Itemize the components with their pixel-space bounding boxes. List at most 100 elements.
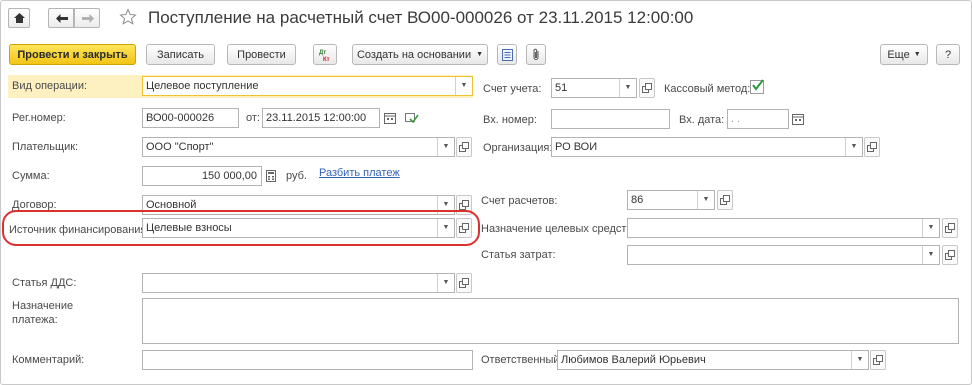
comment-field[interactable] (142, 350, 473, 370)
document-check-icon (405, 113, 419, 124)
dt-kt-icon: ДтКт (319, 50, 330, 62)
print-button[interactable] (497, 44, 517, 65)
responsible-value: Любимов Валерий Юрьевич (561, 354, 706, 366)
organization-label: Организация: (483, 142, 553, 154)
cash-flow-item-label: Статья ДДС: (12, 277, 77, 289)
open-icon (459, 223, 469, 233)
back-button[interactable] (48, 8, 74, 28)
funding-source-field[interactable]: Целевые взносы ▼ (142, 218, 455, 238)
accounting-entries-button[interactable]: Дт Кт (313, 44, 337, 65)
home-icon (14, 13, 25, 23)
payment-purpose-textarea[interactable] (142, 298, 959, 344)
incoming-number-field[interactable] (551, 109, 670, 129)
operation-type-value: Целевое поступление (146, 80, 259, 92)
open-icon (945, 250, 955, 260)
responsible-label: Ответственный: (481, 354, 563, 366)
post-button[interactable]: Провести (227, 44, 296, 65)
reg-number-field[interactable]: ВО00-000026 (142, 108, 239, 128)
payer-field[interactable]: ООО "Спорт" ▼ (142, 137, 455, 157)
open-icon (867, 142, 877, 152)
chevron-down-icon: ▼ (476, 51, 484, 58)
help-button[interactable]: ? (936, 44, 960, 65)
payer-label: Плательщик: (12, 141, 79, 153)
calculator-button[interactable] (263, 166, 279, 186)
chevron-down-icon[interactable]: ▼ (845, 138, 862, 156)
checkmark-status-button[interactable] (404, 108, 420, 128)
open-icon (459, 278, 469, 288)
chevron-down-icon[interactable]: ▼ (697, 191, 714, 209)
svg-text:Кт: Кт (323, 57, 330, 62)
incoming-date-label: Вх. дата: (679, 114, 725, 126)
home-button[interactable] (8, 8, 30, 28)
document-date-field[interactable]: 23.11.2015 12:00:00 (262, 108, 380, 128)
open-target-funds-purpose-button[interactable] (942, 218, 958, 238)
star-icon[interactable] (119, 8, 137, 26)
open-settlement-account-button[interactable] (717, 190, 733, 210)
open-organization-button[interactable] (864, 137, 880, 157)
organization-value: РО ВОИ (555, 141, 598, 153)
chevron-down-icon[interactable]: ▼ (851, 351, 868, 369)
create-based-on-button[interactable]: Создать на основании ▼ (352, 44, 488, 65)
chevron-down-icon[interactable]: ▼ (922, 246, 939, 264)
arrow-left-icon (56, 14, 68, 23)
reg-number-label: Рег.номер: (12, 112, 66, 124)
split-payment-link[interactable]: Разбить платеж (319, 167, 400, 179)
chevron-down-icon[interactable]: ▼ (455, 77, 472, 95)
cash-flow-item-field[interactable]: ▼ (142, 273, 455, 293)
chevron-down-icon[interactable]: ▼ (437, 138, 454, 156)
calendar-button[interactable] (382, 108, 398, 128)
incoming-date-field[interactable]: . . (727, 109, 789, 129)
attach-button[interactable] (526, 44, 546, 65)
chevron-down-icon[interactable]: ▼ (437, 274, 454, 292)
chevron-down-icon[interactable]: ▼ (619, 79, 636, 97)
open-icon (642, 83, 652, 93)
calendar-icon (384, 112, 396, 124)
account-value: 51 (555, 82, 568, 94)
chevron-down-icon[interactable]: ▼ (922, 219, 939, 237)
post-and-close-button[interactable]: Провести и закрыть (9, 44, 136, 65)
payment-purpose-label-line1: Назначение (12, 300, 74, 312)
account-field[interactable]: 51 ▼ (551, 78, 637, 98)
payer-value: ООО "Спорт" (146, 141, 214, 153)
page-title: Поступление на расчетный счет ВО00-00002… (148, 8, 694, 27)
open-cost-item-button[interactable] (942, 245, 958, 265)
amount-field[interactable]: 150 000,00 (142, 166, 262, 186)
calendar-icon (792, 113, 804, 125)
checkmark-icon (752, 79, 764, 91)
open-responsible-button[interactable] (870, 350, 886, 370)
responsible-field[interactable]: Любимов Валерий Юрьевич ▼ (557, 350, 869, 370)
more-button[interactable]: Еще ▼ (880, 44, 928, 65)
organization-field[interactable]: РО ВОИ ▼ (551, 137, 863, 157)
amount-label: Сумма: (12, 170, 50, 182)
operation-type-field[interactable]: Целевое поступление ▼ (142, 76, 473, 96)
currency-label: руб. (286, 170, 307, 182)
chevron-down-icon[interactable]: ▼ (437, 219, 454, 237)
settlement-account-value: 86 (631, 194, 644, 206)
open-funding-source-button[interactable] (456, 218, 472, 238)
more-label: Еще (887, 48, 910, 61)
calendar-button[interactable] (790, 109, 806, 129)
settlement-account-label: Счет расчетов: (481, 195, 558, 207)
open-cash-flow-item-button[interactable] (456, 273, 472, 293)
cost-item-field[interactable]: ▼ (627, 245, 940, 265)
open-account-button[interactable] (639, 78, 655, 98)
forward-button[interactable] (74, 8, 100, 28)
funding-source-label: Источник финансирования: (9, 224, 150, 236)
cash-method-checkbox[interactable] (750, 79, 764, 94)
payment-purpose-label-line2: платежа: (12, 314, 58, 326)
save-button[interactable]: Записать (146, 44, 215, 65)
funding-source-value: Целевые взносы (146, 222, 232, 234)
target-funds-purpose-field[interactable]: ▼ (627, 218, 940, 238)
open-icon (459, 200, 469, 210)
calculator-icon (266, 170, 276, 182)
account-label: Счет учета: (483, 83, 542, 95)
open-icon (873, 355, 883, 365)
arrow-right-icon (82, 14, 94, 23)
open-icon (720, 195, 730, 205)
comment-label: Комментарий: (12, 354, 85, 366)
open-payer-button[interactable] (456, 137, 472, 157)
paperclip-icon (533, 48, 539, 60)
date-from-label: от: (246, 112, 260, 124)
settlement-account-field[interactable]: 86 ▼ (627, 190, 715, 210)
cost-item-label: Статья затрат: (481, 249, 556, 261)
